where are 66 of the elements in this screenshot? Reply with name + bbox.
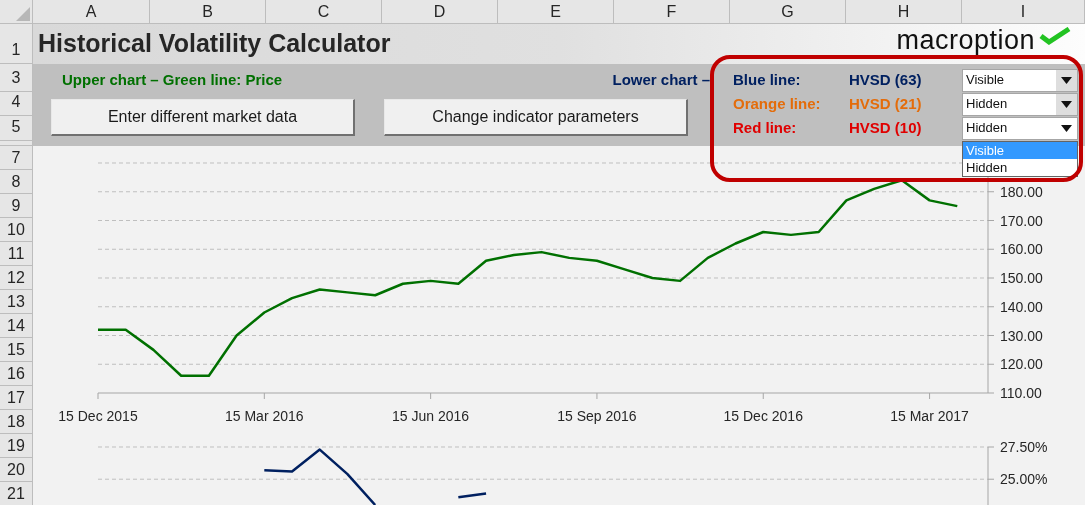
action-button[interactable]: Change indicator parameters [384,99,688,136]
x-tick-label: 15 Mar 2016 [225,408,304,424]
indicator-name: HVSD (63) [849,69,923,90]
column-header[interactable]: D [382,0,498,23]
row-header[interactable]: 15 [7,337,25,362]
visibility-dropdown[interactable]: Visible [962,68,1078,92]
row-header[interactable]: 4 [0,92,32,116]
column-header[interactable]: H [846,0,962,23]
column-header[interactable]: C [266,0,382,23]
column-header[interactable]: E [498,0,614,23]
row-header[interactable]: 21 [7,481,25,505]
y-tick-label: 110.00 [1000,385,1042,401]
visibility-dropdown[interactable]: Hidden [962,116,1078,140]
dropdown-arrow-icon [1061,76,1072,84]
column-header[interactable]: F [614,0,730,23]
row-header[interactable]: 20 [7,457,25,482]
select-all-icon[interactable] [16,7,30,21]
line-label: Orange line: [733,93,822,114]
logo-text: macroption [896,27,1035,54]
column-header[interactable]: A [33,0,150,23]
y-tick-label: 25.00% [1000,471,1048,488]
dropdown-arrow-icon [1061,100,1072,108]
y-tick-label: 130.00 [1000,327,1043,344]
row-header[interactable]: 19 [7,433,25,458]
row-header[interactable]: 10 [7,217,25,242]
y-tick-label: 120.00 [1000,356,1043,373]
x-tick-label: 15 Sep 2016 [557,408,637,424]
x-tick-label: 15 Jun 2016 [392,408,470,424]
x-tick-label: 15 Dec 2016 [723,408,803,424]
row-header[interactable]: 1 [0,24,32,64]
y-tick-label: 160.00 [1000,241,1043,258]
row-header[interactable]: 16 [7,361,25,386]
row-header[interactable]: 7 [11,145,21,170]
indicator-name: HVSD (10) [849,117,923,138]
x-tick-label: 15 Dec 2015 [58,408,138,424]
row-header[interactable]: 9 [11,193,21,218]
lower-chart-label: Lower chart – [612,69,710,90]
sheet-title: Historical Volatility Calculator [38,28,391,60]
column-header[interactable]: B [150,0,266,23]
x-tick-label: 15 Mar 2017 [890,408,969,424]
row-header[interactable]: 18 [7,409,25,434]
y-tick-label: 170.00 [1000,212,1043,229]
y-tick-label: 150.00 [1000,270,1043,286]
y-tick-label: 180.00 [1000,183,1043,200]
visibility-dropdown[interactable]: Hidden [962,92,1078,116]
checkmark-icon [1039,27,1071,45]
row-header[interactable]: 14 [7,313,25,338]
row-header[interactable]: 12 [7,265,25,290]
row-header[interactable]: 3 [0,64,32,92]
column-header[interactable]: I [962,0,1085,23]
line-label: Blue line: [733,69,802,90]
y-axis [987,446,995,505]
indicator-name: HVSD (21) [849,93,923,114]
row-header[interactable]: 13 [7,289,25,314]
line-label: Red line: [733,117,798,138]
y-tick-label: 27.50% [1000,439,1048,455]
column-header[interactable]: G [730,0,846,23]
y-tick-label: 140.00 [1000,298,1043,315]
action-button[interactable]: Enter different market data [51,99,355,136]
row-header[interactable]: 11 [7,241,25,266]
dropdown-arrow-icon [1061,124,1072,132]
row-header[interactable]: 8 [11,169,21,194]
upper-chart-label: Upper chart – Green line: Price [62,69,283,90]
row-header[interactable]: 17 [7,385,25,410]
row-header[interactable]: 5 [0,116,32,141]
dropdown-option[interactable]: Hidden [963,159,1077,176]
